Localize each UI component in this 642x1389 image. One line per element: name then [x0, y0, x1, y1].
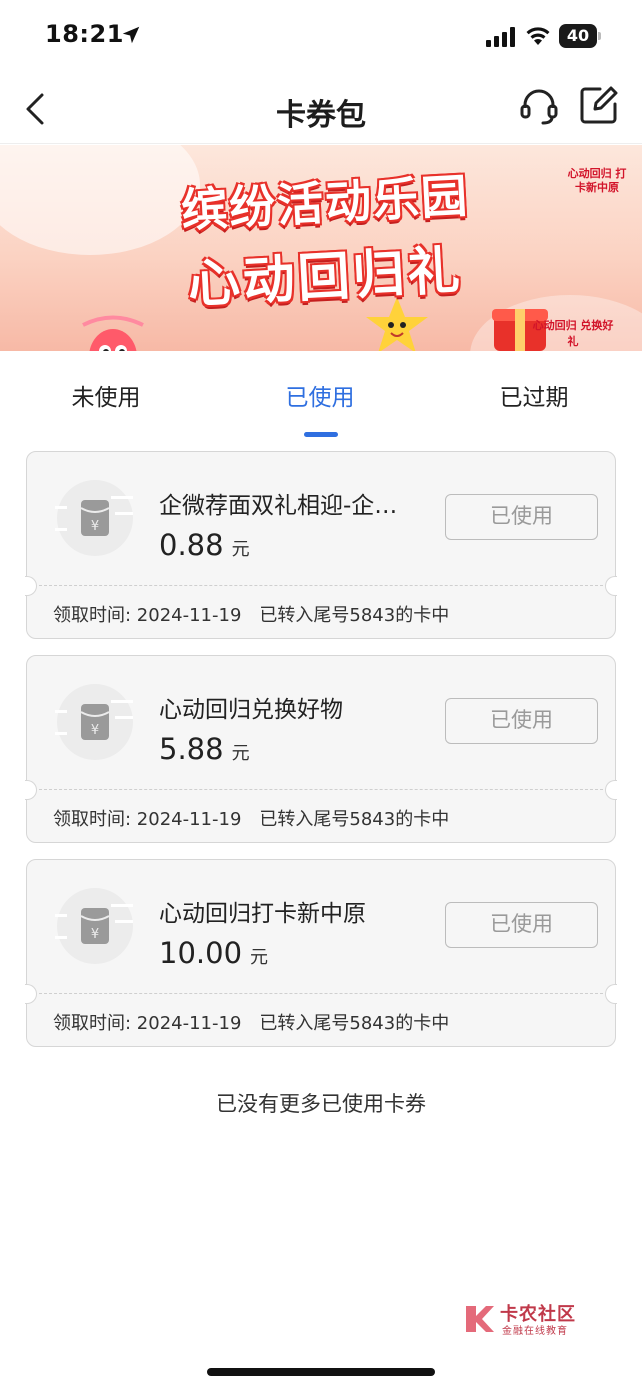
watermark-subtitle: 金融在线教育: [502, 1326, 568, 1337]
home-indicator[interactable]: [207, 1368, 435, 1376]
promo-banner[interactable]: 缤纷活动乐园 心动回归礼 心动回归 打卡新中原 心动回归 兑换好礼: [0, 145, 642, 351]
coupon-amount-unit: 元: [250, 947, 269, 968]
coupon-card[interactable]: ¥ 心动回归兑换好物 5.88 元 已使用 领取时间: 2024-11-19 已转入…: [25, 655, 617, 843]
battery-level: 40: [566, 26, 590, 45]
coupon-amount-value: 0.88: [159, 528, 224, 562]
wifi-icon: [526, 27, 550, 45]
tab-expired[interactable]: 已过期: [454, 378, 614, 412]
received-date: 领取时间: 2024-11-19: [53, 1013, 242, 1034]
used-status-button[interactable]: 已使用: [445, 902, 598, 948]
coupon-name: 心动回归打卡新中原: [159, 901, 366, 927]
coupon-card[interactable]: ¥ 企微荐面双礼相迎-企… 0.88 元 已使用 领取时间: 2024-11-19…: [25, 451, 617, 639]
watermark: 卡农社区 金融在线教育: [462, 1298, 592, 1340]
cartoon-mascot-icon: [82, 315, 144, 351]
svg-text:¥: ¥: [91, 519, 99, 534]
tab-used[interactable]: 已使用: [240, 378, 400, 412]
used-status-button[interactable]: 已使用: [445, 698, 598, 744]
transfer-status: 已转入尾号5843的卡中: [259, 1013, 450, 1034]
coupon-amount-value: 5.88: [159, 732, 224, 766]
coupon-amount: 5.88 元: [159, 732, 250, 766]
status-time: 18:21: [45, 20, 124, 48]
received-date: 领取时间: 2024-11-19: [53, 605, 242, 626]
coupon-amount: 0.88 元: [159, 528, 250, 562]
customer-service-headset-icon[interactable]: [519, 86, 559, 126]
received-date: 领取时间: 2024-11-19: [53, 809, 242, 830]
cellular-signal-icon: [486, 27, 515, 47]
location-arrow-icon: [122, 26, 140, 44]
end-of-list-text: 已没有更多已使用卡券: [216, 1092, 426, 1116]
coupon-amount: 10.00 元: [159, 936, 268, 970]
status-bar: 18:21 40: [0, 0, 642, 72]
coupon-footer: 领取时间: 2024-11-19 已转入尾号5843的卡中: [53, 601, 449, 627]
navigation-bar: 卡券包: [0, 72, 642, 144]
coupon-status-tabs: 未使用 已使用 已过期: [0, 352, 642, 442]
edit-icon[interactable]: [580, 86, 618, 124]
red-envelope-icon: ¥: [55, 480, 133, 556]
red-envelope-icon: ¥: [55, 684, 133, 760]
transfer-status: 已转入尾号5843的卡中: [259, 809, 450, 830]
coupon-name: 企微荐面双礼相迎-企…: [159, 493, 398, 519]
coupon-footer: 领取时间: 2024-11-19 已转入尾号5843的卡中: [53, 1009, 449, 1035]
coupon-name: 心动回归兑换好物: [159, 697, 343, 723]
battery-indicator: 40: [559, 24, 601, 48]
watermark-logo-icon: [466, 1306, 494, 1332]
coupon-amount-unit: 元: [231, 743, 250, 764]
coupon-footer: 领取时间: 2024-11-19 已转入尾号5843的卡中: [53, 805, 449, 831]
tab-unused[interactable]: 未使用: [26, 378, 186, 412]
svg-text:¥: ¥: [91, 723, 99, 738]
transfer-status: 已转入尾号5843的卡中: [259, 605, 450, 626]
banner-side-tag: 心动回归 打卡新中原: [567, 167, 627, 194]
coupon-amount-value: 10.00: [159, 936, 243, 970]
banner-bottom-tag: 心动回归 兑换好礼: [532, 319, 614, 348]
coupon-card[interactable]: ¥ 心动回归打卡新中原 10.00 元 已使用 领取时间: 2024-11-19 已…: [25, 859, 617, 1047]
red-envelope-icon: ¥: [55, 888, 133, 964]
coupon-amount-unit: 元: [231, 539, 250, 560]
svg-text:¥: ¥: [91, 927, 99, 942]
active-tab-indicator: [304, 432, 338, 437]
used-status-button[interactable]: 已使用: [445, 494, 598, 540]
